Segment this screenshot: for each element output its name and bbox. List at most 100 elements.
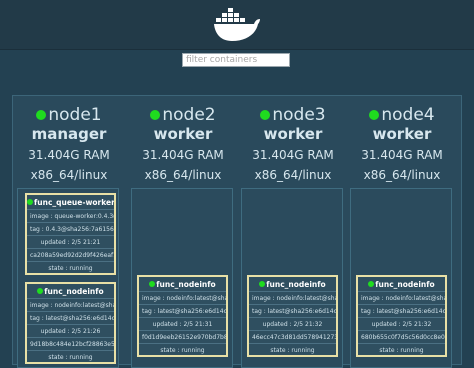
node-arch: x86_64/linux xyxy=(363,168,441,182)
task-hash: f0d1d9eeb26152e970bd7b8516241... xyxy=(142,334,226,341)
node-tasks-container: func_nodeinfo image : nodeinfo:latest@sh… xyxy=(241,188,343,368)
divider xyxy=(27,324,114,325)
divider xyxy=(27,350,114,351)
divider xyxy=(27,337,114,338)
task-name-text: func_nodeinfo xyxy=(156,280,216,289)
divider xyxy=(249,330,336,331)
task-updated: updated : 2/5 21:32 xyxy=(371,321,432,328)
divider xyxy=(139,304,226,305)
divider xyxy=(249,343,336,344)
status-dot-icon xyxy=(27,199,33,205)
task-name-text: func_nodeinfo xyxy=(266,280,326,289)
task-tag: tag : latest@sha256:e6d14cf6bb833... xyxy=(142,308,226,315)
task-state: state : running xyxy=(48,354,93,361)
task-card[interactable]: func_nodeinfo image : nodeinfo:latest@sh… xyxy=(137,275,228,357)
task-state: state : running xyxy=(48,265,93,272)
task-card[interactable]: func_queue-worker image : queue-worker:0… xyxy=(25,193,116,275)
status-dot-icon xyxy=(260,110,271,120)
node-ram: 31.404G RAM xyxy=(28,148,110,162)
task-name: func_nodeinfo xyxy=(139,280,226,289)
task-tag: tag : latest@sha256:e6d14cf6bb833... xyxy=(252,308,336,315)
task-hash: 46ecc47c3d81dd5789412735e8c5a... xyxy=(252,334,336,341)
task-image: image : nodeinfo:latest@sha256:e6d... xyxy=(142,295,226,302)
node-tasks-container: func_queue-worker image : queue-worker:0… xyxy=(17,188,119,368)
node-ram: 31.404G RAM xyxy=(361,148,443,162)
divider xyxy=(139,291,226,292)
status-dot-icon xyxy=(150,110,161,120)
task-image: image : nodeinfo:latest@sha256:e6d... xyxy=(361,295,445,302)
node-role: worker xyxy=(372,125,432,143)
filter-containers-input[interactable] xyxy=(182,53,290,67)
node-name: node4 xyxy=(381,105,435,125)
task-hash: 680b655c0f7d5c56d0cc8e060a... xyxy=(361,334,445,341)
divider xyxy=(27,209,114,210)
node-role: worker xyxy=(263,125,323,143)
task-updated: updated : 2/5 21:26 xyxy=(40,328,101,335)
node-arch: x86_64/linux xyxy=(144,168,222,182)
task-tag: tag : latest@sha256:e6d14cf6bb833... xyxy=(30,315,114,322)
node-title: node1 xyxy=(15,105,123,125)
divider xyxy=(139,330,226,331)
task-card[interactable]: func_nodeinfo image : nodeinfo:latest@sh… xyxy=(356,275,447,357)
docker-whale-icon[interactable] xyxy=(214,7,262,43)
node-role: worker xyxy=(153,125,213,143)
task-state: state : running xyxy=(160,347,205,354)
status-dot-icon xyxy=(149,281,156,287)
divider xyxy=(358,291,445,292)
divider xyxy=(27,298,114,299)
divider xyxy=(249,317,336,318)
node-name: node1 xyxy=(48,105,102,125)
divider xyxy=(27,222,114,223)
divider xyxy=(27,235,114,236)
divider xyxy=(249,304,336,305)
status-dot-icon xyxy=(368,281,375,287)
divider xyxy=(249,291,336,292)
task-name: func_nodeinfo xyxy=(249,280,336,289)
task-updated: updated : 2/5 21:21 xyxy=(40,239,101,246)
task-tag: tag : latest@sha256:e6d14cf6bb833... xyxy=(361,308,445,315)
node-tasks-container: func_nodeinfo image : nodeinfo:latest@sh… xyxy=(131,188,233,368)
task-name-text: func_nodeinfo xyxy=(375,280,435,289)
node-title: node3 xyxy=(239,105,347,125)
task-name: func_queue-worker xyxy=(27,198,114,207)
node-title: node4 xyxy=(348,105,456,125)
task-name-text: func_queue-worker xyxy=(34,198,115,207)
divider xyxy=(358,343,445,344)
divider xyxy=(139,343,226,344)
status-dot-icon xyxy=(369,110,380,120)
node-name: node3 xyxy=(272,105,326,125)
divider xyxy=(27,248,114,249)
task-name: func_nodeinfo xyxy=(27,287,114,296)
divider xyxy=(358,330,445,331)
node-ram: 31.404G RAM xyxy=(252,148,334,162)
task-image: image : queue-worker:0.4.3@sha256:... xyxy=(30,213,114,220)
node-name: node2 xyxy=(162,105,216,125)
task-tag: tag : 0.4.3@sha256:7a615648597585... xyxy=(30,226,114,233)
task-updated: updated : 2/5 21:32 xyxy=(262,321,323,328)
node-title: node2 xyxy=(129,105,237,125)
task-hash: 9d18b8c484e12bcf28863e5d4... xyxy=(30,341,114,348)
task-name: func_nodeinfo xyxy=(358,280,445,289)
divider xyxy=(27,311,114,312)
node-arch: x86_64/linux xyxy=(30,168,108,182)
divider xyxy=(358,304,445,305)
status-dot-icon xyxy=(259,281,266,287)
task-image: image : nodeinfo:latest@sha256:e6d... xyxy=(30,302,114,309)
status-dot-icon xyxy=(36,110,47,120)
status-dot-icon xyxy=(37,288,44,294)
node-ram: 31.404G RAM xyxy=(142,148,224,162)
divider xyxy=(27,261,114,262)
node-tasks-container: func_nodeinfo image : nodeinfo:latest@sh… xyxy=(350,188,452,368)
task-card[interactable]: func_nodeinfo image : nodeinfo:latest@sh… xyxy=(25,282,116,364)
task-card[interactable]: func_nodeinfo image : nodeinfo:latest@sh… xyxy=(247,275,338,357)
task-image: image : nodeinfo:latest@sha256:e6d... xyxy=(252,295,336,302)
cluster-panel: node1 manager 31.404G RAM x86_64/linux f… xyxy=(12,95,462,368)
divider xyxy=(139,317,226,318)
task-state: state : running xyxy=(379,347,424,354)
task-hash: ca208a59ed92d2d9f426eaf1d... xyxy=(30,252,114,259)
divider xyxy=(358,317,445,318)
node-arch: x86_64/linux xyxy=(254,168,332,182)
task-updated: updated : 2/5 21:31 xyxy=(152,321,213,328)
node-role: manager xyxy=(31,125,107,143)
top-bar xyxy=(0,0,474,50)
